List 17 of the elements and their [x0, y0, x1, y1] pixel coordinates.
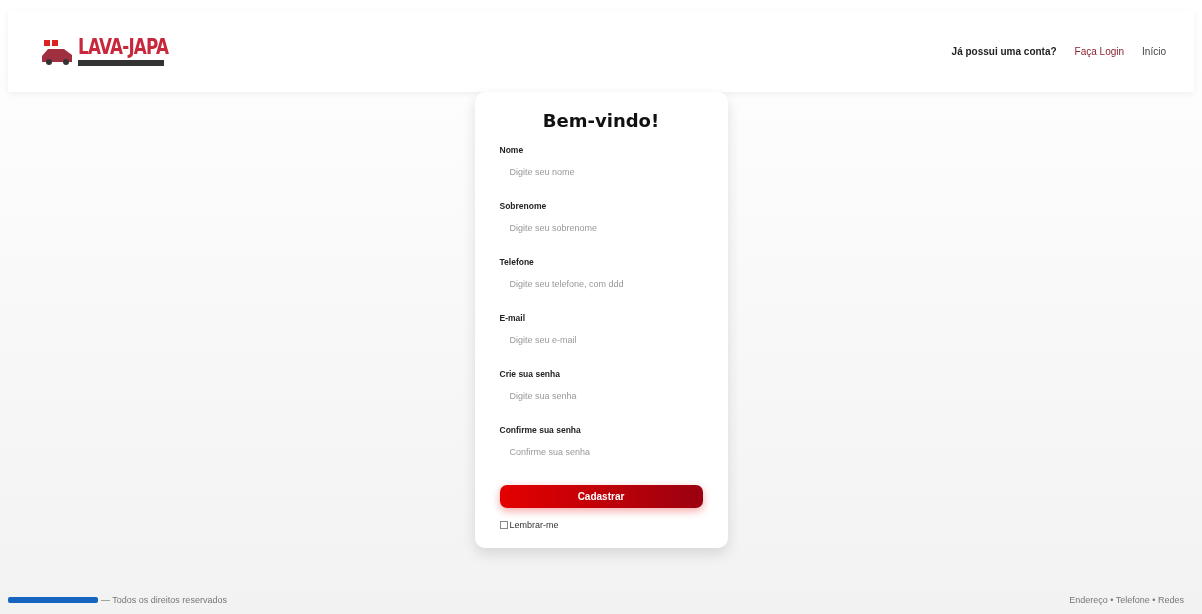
field-label: Sobrenome [499, 201, 548, 211]
nav-link[interactable]: Faça Login [1074, 45, 1125, 57]
account-prompt: Já possui uma conta? [951, 45, 1057, 57]
field-label: Confirme sua senha [499, 425, 582, 435]
nav-link[interactable]: Início [1142, 45, 1166, 57]
field-label: Telefone [499, 257, 535, 267]
field-label: Crie sua senha [499, 369, 561, 379]
submit-button[interactable]: Cadastrar [499, 485, 703, 508]
copyright-text: — Todos os direitos reservados [101, 595, 227, 605]
remember-checkbox[interactable] [499, 521, 508, 529]
field-label: E-mail [499, 313, 526, 323]
logo-title: LAVA-JAPA [78, 36, 169, 58]
field-label: Nome [499, 145, 525, 155]
form-title: Bem-vindo! [541, 110, 661, 131]
remember-label: Lembrar-me [509, 520, 559, 530]
footer-links: Endereço • Telefone • Redes [1069, 595, 1184, 605]
tagline-bar-icon [78, 59, 164, 66]
